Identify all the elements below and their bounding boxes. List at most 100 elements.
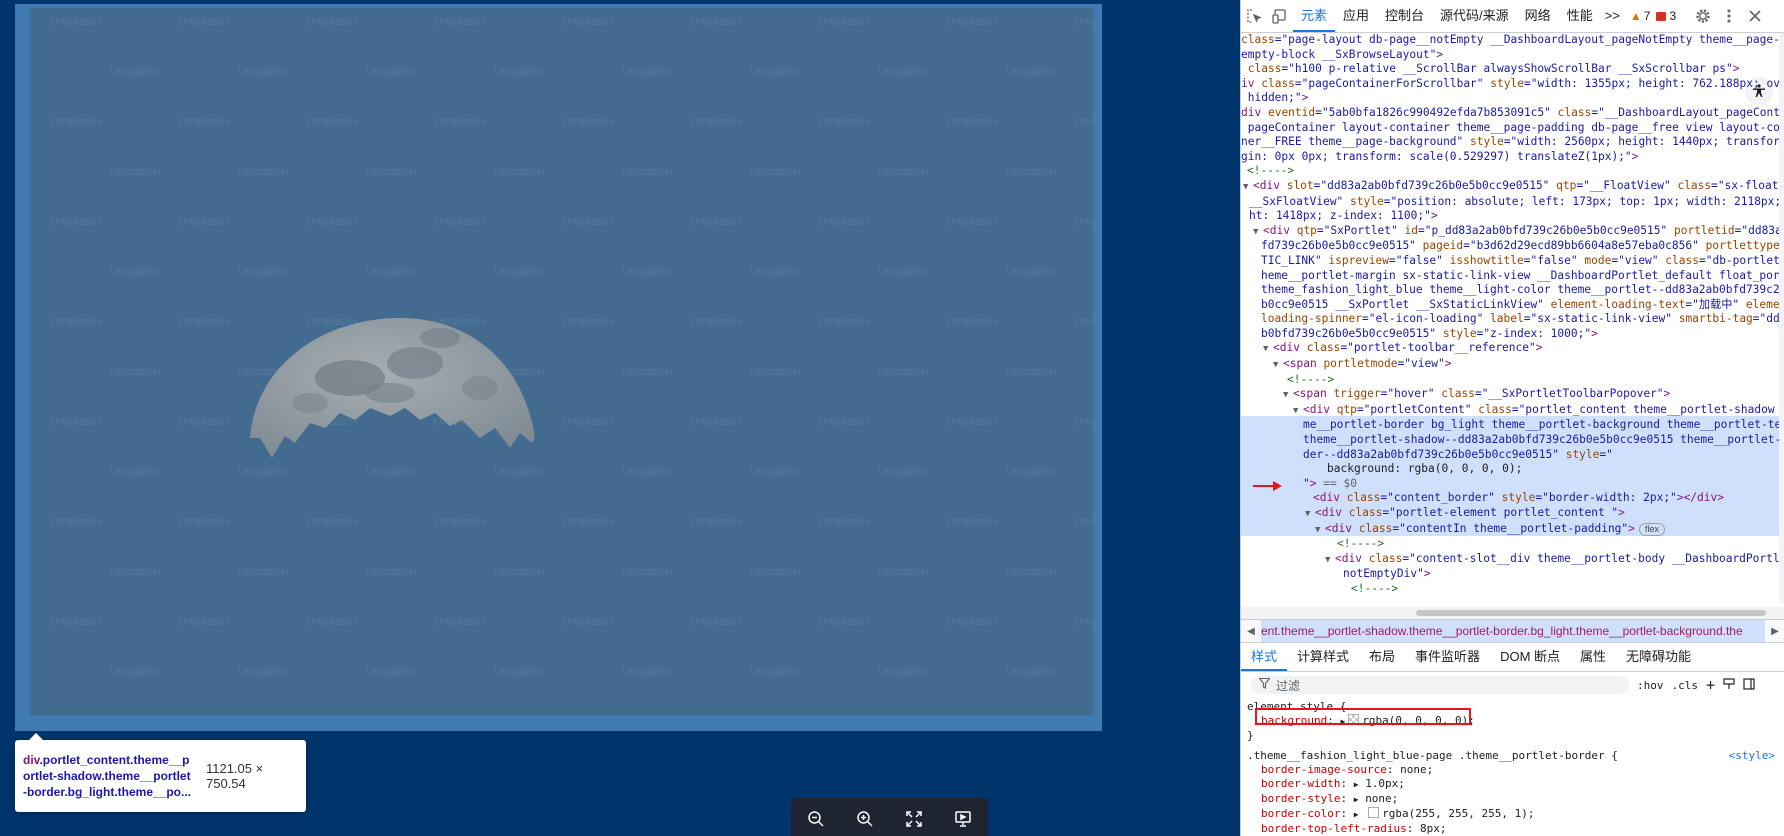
watermark-text: Unsplash+ (750, 566, 803, 578)
watermark-text: Unsplash+ (178, 416, 231, 428)
add-rule-icon[interactable]: + (1706, 676, 1715, 694)
dom-node-line[interactable]: TIC_LINK" ispreview="false" isshowtitle=… (1241, 254, 1784, 269)
cls-button[interactable]: .cls (1672, 679, 1699, 692)
device-toolbar-icon[interactable] (1267, 0, 1293, 32)
dom-node-line[interactable]: ▼ <div qtp="portletContent" class="portle… (1241, 403, 1784, 419)
tab-application[interactable]: 应用 (1335, 0, 1377, 32)
hov-button[interactable]: :hov (1637, 679, 1664, 692)
watermark-text: Unsplash+ (1074, 116, 1093, 128)
dom-node-line[interactable]: background: rgba(0, 0, 0, 0); (1241, 462, 1784, 477)
watermark-text: Unsplash+ (494, 666, 547, 678)
dom-node-line[interactable]: ▼ <div slot="dd83a2ab0bfd739c26b0e5b0cc9e… (1241, 179, 1784, 195)
dom-node-line[interactable]: me__portlet-border bg_light theme__portl… (1241, 418, 1784, 433)
style-declaration[interactable]: border-style: ▶ none; (1241, 792, 1784, 807)
dom-node-line[interactable]: loading-spinner="el-icon-loading" label=… (1241, 312, 1784, 327)
tab-layout[interactable]: 布局 (1359, 643, 1405, 671)
close-icon[interactable] (1742, 0, 1768, 32)
zoom-out-icon[interactable] (804, 807, 828, 831)
dom-node-line[interactable]: b0cc9e0515 __SxPortlet __SxStaticLinkVie… (1241, 298, 1784, 313)
tab-event-listeners[interactable]: 事件监听器 (1405, 643, 1490, 671)
dom-node-line[interactable]: class="page-layout db-page__notEmpty __D… (1241, 33, 1784, 48)
paint-brush-icon[interactable] (1723, 677, 1735, 693)
dom-node-line[interactable]: fd739c26b0e5b0cc9e0515" pageid="b3d62d29… (1241, 239, 1784, 254)
dom-node-line[interactable]: "> == $0 (1241, 477, 1784, 492)
dom-node-line[interactable]: ▼ <div qtp="SxPortlet" id="p_dd83a2ab0bfd… (1241, 224, 1784, 240)
filter-input[interactable]: 过滤 (1251, 676, 1629, 694)
tab-styles[interactable]: 样式 (1241, 643, 1288, 671)
dom-node-line[interactable]: pageContainer layout-container theme__pa… (1241, 121, 1784, 136)
watermark-text: Unsplash+ (750, 366, 803, 378)
watermark-text: Unsplash+ (434, 516, 487, 528)
dom-node-line[interactable]: <div class="content_border" style="borde… (1241, 491, 1784, 506)
dom-node-line[interactable]: ▼ <div class="contentIn theme__portlet-pa… (1241, 522, 1784, 538)
fullscreen-icon[interactable] (902, 807, 926, 831)
tab-network[interactable]: 网络 (1517, 0, 1559, 32)
gear-icon[interactable] (1690, 0, 1716, 32)
dom-node-line[interactable]: der--dd83a2ab0bfd739c26b0e5b0cc9e0515" s… (1241, 448, 1784, 463)
style-declaration[interactable]: border-top-left-radius: 8px; (1241, 822, 1784, 836)
watermark-text: Unsplash+ (178, 516, 231, 528)
breadcrumb-left-arrow[interactable]: ◀ (1241, 626, 1261, 637)
watermark-text: Unsplash+ (110, 266, 163, 278)
dom-node-line[interactable]: theme_fashion_light_blue theme__light-co… (1241, 283, 1784, 298)
dom-node-line[interactable]: empty-block __SxBrowseLayout"> (1241, 48, 1784, 63)
tab-console[interactable]: 控制台 (1377, 0, 1432, 32)
dom-node-line[interactable]: <!----> (1241, 373, 1784, 388)
dom-node-line[interactable]: iv class="pageContainerForScrollbar" sty… (1241, 77, 1784, 92)
dom-node-line[interactable]: gin: 0px 0px; transform: scale(0.529297)… (1241, 150, 1784, 165)
dom-node-line[interactable]: <!----> (1241, 537, 1784, 552)
zoom-in-icon[interactable] (853, 807, 877, 831)
watermark-text: Unsplash+ (1006, 66, 1059, 78)
watermark-text: Unsplash+ (306, 216, 359, 228)
element-size-tooltip: div.portlet_content.theme__portlet-shado… (15, 733, 306, 812)
warnings-badge[interactable]: ▲ 7 (1630, 9, 1651, 23)
scrollbar-thumb[interactable] (1416, 610, 1766, 616)
dom-tree[interactable]: class="page-layout db-page__notEmpty __D… (1241, 33, 1784, 603)
watermark-text: Unsplash+ (818, 316, 871, 328)
tab-sources[interactable]: 源代码/来源 (1432, 0, 1517, 32)
watermark-text: Unsplash+ (622, 666, 675, 678)
inspect-element-icon[interactable] (1241, 0, 1267, 32)
watermark-text: Unsplash+ (50, 616, 103, 628)
dom-node-line[interactable]: ▼ <span trigger="hover" class="__SxPortle… (1241, 387, 1784, 403)
errors-badge[interactable]: 3 (1656, 9, 1676, 23)
more-tabs-button[interactable]: >> (1601, 0, 1624, 32)
dom-node-line[interactable]: b0bfd739c26b0e5b0cc9e0515" style="z-inde… (1241, 327, 1784, 342)
vertical-scrollbar[interactable] (1779, 33, 1784, 603)
dom-node-line[interactable]: ▼ <div class="portlet-element portlet_con… (1241, 506, 1784, 522)
toggle-sidebar-icon[interactable] (1743, 677, 1755, 693)
tab-dom-breakpoints[interactable]: DOM 断点 (1490, 643, 1570, 671)
style-declaration[interactable]: border-image-source: none; (1241, 763, 1784, 777)
dom-node-line[interactable]: notEmptyDiv"> (1241, 567, 1784, 582)
dom-node-line[interactable]: theme__portlet-shadow--dd83a2ab0bfd739c2… (1241, 433, 1784, 448)
dom-node-line[interactable]: div eventid="5ab0bfa1826c990492efda7b853… (1241, 106, 1784, 121)
dom-node-line[interactable]: ▼ <div class="portlet-toolbar__reference"… (1241, 341, 1784, 357)
watermark-text: Unsplash+ (562, 216, 615, 228)
tab-properties[interactable]: 属性 (1570, 643, 1616, 671)
tab-performance[interactable]: 性能 (1559, 0, 1601, 32)
breadcrumb-right-arrow[interactable]: ▶ (1765, 626, 1784, 637)
present-icon[interactable] (951, 807, 975, 831)
dom-node-line[interactable]: ner__FREE theme__page-background" style=… (1241, 135, 1784, 150)
style-declaration[interactable]: border-color: ▶ rgba(255, 255, 255, 1); (1241, 807, 1784, 822)
dom-node-line[interactable]: ▼ <div class="content-slot__div theme__po… (1241, 552, 1784, 568)
dom-node-line[interactable]: hidden;"> (1241, 91, 1784, 106)
rule-source-link[interactable]: <style> (1729, 749, 1775, 763)
kebab-menu-icon[interactable] (1716, 0, 1742, 32)
tab-elements[interactable]: 元素 (1293, 0, 1336, 32)
dom-node-line[interactable]: ht: 1418px; z-index: 1100;"> (1241, 209, 1784, 224)
dom-node-line[interactable]: <!----> (1241, 164, 1784, 179)
dom-node-line[interactable]: ▼ <span portletmode="view"> (1241, 357, 1784, 373)
tab-accessibility[interactable]: 无障碍功能 (1616, 643, 1701, 671)
dom-node-line[interactable]: class="h100 p-relative __ScrollBar alway… (1241, 62, 1784, 77)
watermark-text: Unsplash+ (1006, 466, 1059, 478)
color-swatch[interactable] (1368, 807, 1380, 818)
tab-computed[interactable]: 计算样式 (1287, 643, 1359, 671)
dom-node-line[interactable]: __SxFloatView" style="position: absolute… (1241, 195, 1784, 210)
dom-node-line[interactable]: <!----> (1241, 582, 1784, 597)
breadcrumb-current[interactable]: ent.theme__portlet-shadow.theme__portlet… (1261, 620, 1765, 642)
dom-node-line[interactable]: heme__portlet-margin sx-static-link-view… (1241, 269, 1784, 284)
style-declaration[interactable]: border-width: ▶ 1.0px; (1241, 777, 1784, 792)
watermark-text: Unsplash+ (238, 666, 291, 678)
horizontal-scrollbar[interactable] (1241, 607, 1784, 619)
